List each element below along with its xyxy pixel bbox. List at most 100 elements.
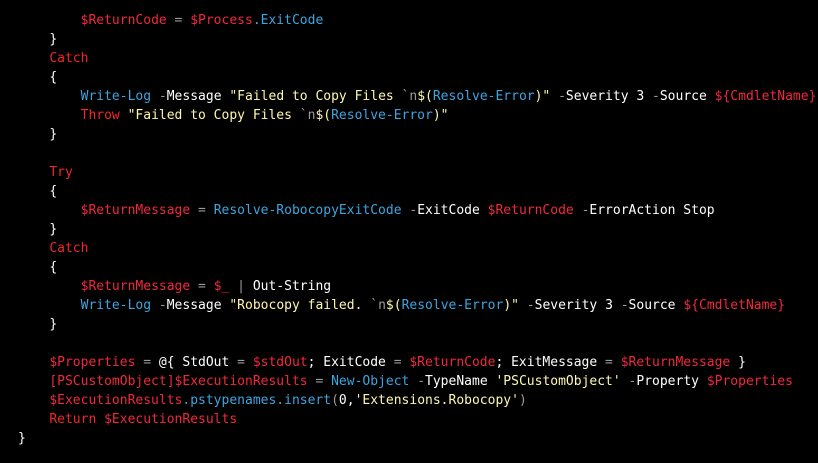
code-token-default: }	[49, 127, 58, 142]
code-line[interactable]: Return $ExecutionResults	[0, 410, 818, 429]
code-token-string: )"	[534, 89, 551, 104]
code-token-string: 'Extensions.Robocopy'	[354, 393, 519, 408]
code-line[interactable]: }	[0, 30, 818, 49]
code-line[interactable]: }	[0, 429, 818, 448]
code-token-default: 0,	[338, 393, 355, 408]
code-token-default	[621, 374, 629, 389]
code-token-string: 'PSCustomObject'	[495, 374, 621, 389]
code-token-cmdlet: Write-Log	[80, 298, 152, 313]
code-token-variable: $ReturnMessage	[80, 203, 191, 218]
code-token-default: Property	[636, 374, 707, 389]
code-token-punct: =	[198, 279, 206, 294]
code-token-default	[206, 203, 214, 218]
code-token-variable: $Properties	[706, 374, 793, 389]
code-token-cmdlet: Resolve-Error	[331, 108, 433, 123]
code-token-cmdlet: .pstypenames.insert	[182, 393, 332, 408]
code-token-punct: -	[158, 89, 167, 104]
code-editor[interactable]: $ReturnCode = $Process.ExitCode } Catch …	[0, 0, 818, 463]
code-line[interactable]: $ReturnCode = $Process.ExitCode	[0, 11, 818, 30]
code-token-punct: =	[143, 355, 152, 370]
code-line[interactable]: Try	[0, 163, 818, 182]
code-token-default: Severity 3	[534, 298, 621, 313]
code-token-default	[120, 108, 128, 123]
code-token-default: ErrorAction Stop	[589, 203, 715, 218]
code-token-cmdlet: Resolve-Error	[432, 89, 535, 104]
code-token-default	[167, 13, 175, 28]
code-token-string: $(	[417, 89, 433, 104]
code-token-variable: $_	[213, 279, 230, 294]
code-line[interactable]: {	[0, 68, 818, 87]
code-line[interactable]: }	[0, 315, 818, 334]
code-token-punct: |	[237, 279, 245, 294]
code-token-default: }	[730, 355, 746, 370]
code-token-variable: $stdOut	[252, 355, 308, 370]
code-token-cmdlet: Resolve-RobocopyExitCode	[213, 203, 402, 218]
code-token-string: )"	[503, 298, 519, 313]
code-line[interactable]: $ExecutionResults.pstypenames.insert(0,'…	[0, 391, 818, 410]
code-line[interactable]: Catch	[0, 49, 818, 68]
code-line[interactable]	[0, 144, 818, 163]
code-line[interactable]: Catch	[0, 239, 818, 258]
code-token-variable: $ReturnCode	[487, 203, 574, 218]
code-line[interactable]: Throw "Failed to Copy Files `n$(Resolve-…	[0, 106, 818, 125]
code-token-default: }	[49, 222, 58, 237]
code-token-punct: -	[526, 298, 535, 313]
code-token-variable: $ExecutionResults	[104, 412, 238, 427]
code-token-variable: $ExecutionResults	[49, 393, 183, 408]
code-line[interactable]: Write-Log -Message "Robocopy failed. `n$…	[0, 296, 818, 315]
code-token-variable: $ReturnCode	[80, 13, 167, 28]
code-token-default	[190, 203, 198, 218]
code-token-keyword: Try	[49, 165, 73, 180]
code-token-default	[550, 89, 558, 104]
code-token-default: Source	[659, 89, 715, 104]
code-line[interactable]: $ReturnMessage = Resolve-RobocopyExitCod…	[0, 201, 818, 220]
code-line[interactable]: {	[0, 258, 818, 277]
code-line[interactable]	[0, 334, 818, 353]
code-token-default: ; ExitCode	[307, 355, 394, 370]
code-token-string: )"	[432, 108, 449, 123]
code-token-string: $(	[385, 298, 402, 313]
code-token-default	[190, 279, 198, 294]
code-token-punct: -	[158, 298, 167, 313]
code-token-default	[323, 374, 331, 389]
code-token-variable: $ExecutionResults	[174, 374, 308, 389]
code-token-keyword: Throw	[80, 108, 120, 123]
code-line[interactable]: $ReturnMessage = $_ | Out-String	[0, 277, 818, 296]
code-token-variable: $ReturnMessage	[620, 355, 731, 370]
code-line[interactable]: {	[0, 182, 818, 201]
code-line[interactable]: }	[0, 125, 818, 144]
code-token-punct: =	[605, 355, 613, 370]
code-token-punct: -	[558, 89, 566, 104]
code-token-type: [PSCustomObject]	[49, 374, 175, 389]
code-token-keyword: Catch	[49, 241, 89, 256]
code-token-default: {	[49, 260, 58, 275]
code-line[interactable]: Write-Log -Message "Failed to Copy Files…	[0, 87, 818, 106]
code-line[interactable]: [PSCustomObject]$ExecutionResults = New-…	[0, 372, 818, 391]
code-token-string: $(	[315, 108, 332, 123]
code-token-punct: `n	[401, 89, 418, 104]
code-line[interactable]: }	[0, 220, 818, 239]
code-line[interactable]: $Properties = @{ StdOut = $stdOut; ExitC…	[0, 353, 818, 372]
code-token-variable: ${CmdletName}	[714, 89, 817, 104]
code-token-default: Message	[166, 298, 230, 313]
code-token-default: TypeName	[425, 374, 496, 389]
code-token-default: @{ StdOut	[151, 355, 238, 370]
code-token-variable: $Process	[190, 13, 253, 28]
code-token-default	[151, 298, 159, 313]
